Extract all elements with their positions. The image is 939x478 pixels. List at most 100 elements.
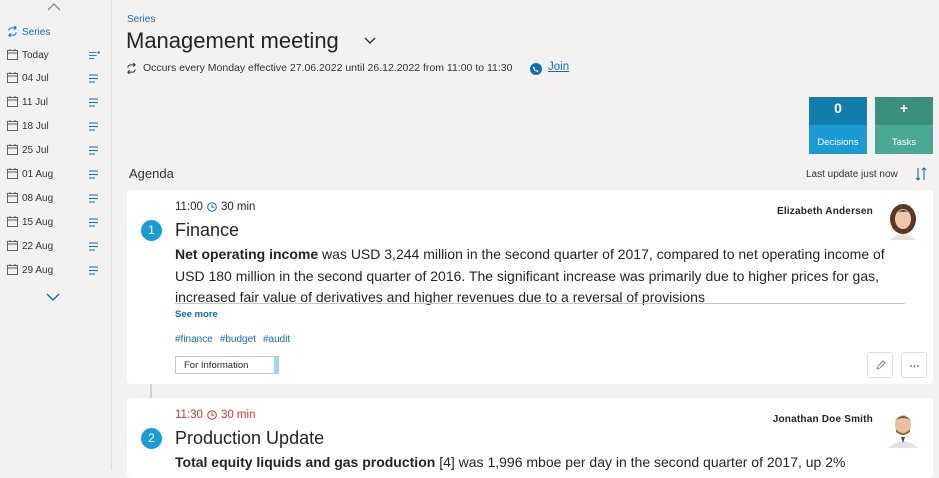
calendar-icon [7,264,18,275]
tag[interactable]: #finance [175,334,213,345]
sidebar-item-label: Today [22,50,49,61]
calendar-icon [7,216,18,227]
tasks-tile[interactable]: + Tasks [875,97,933,154]
clock-icon [207,410,217,420]
sidebar: Series Today 04 Jul 11 Jul 18 Jul 25 Jul… [0,0,112,470]
decisions-tile[interactable]: 0 Decisions [809,97,867,154]
recurrence-text: Occurs every Monday effective 27.06.2022… [143,62,513,74]
main-panel: Series Management meeting Occurs every M… [112,0,939,478]
pencil-icon [876,360,886,370]
sidebar-item-label: 29 Aug [22,265,54,276]
agenda-lines-icon [89,242,98,251]
recurrence-info: Occurs every Monday effective 27.06.2022… [126,62,512,74]
description-text: [4] was 1,996 mboe per day in the second… [435,454,846,470]
page-title: Management meeting [126,28,339,53]
decisions-count: 0 [834,100,842,116]
duration: 30 min [220,409,256,421]
description-bold: Net operating income [175,246,319,262]
agenda-lines-icon [89,74,98,83]
repeat-icon [127,62,136,74]
agenda-lines-icon [89,266,98,275]
agenda-item-card[interactable]: 1 11:00 30 min Elizabeth Andersen Financ… [127,190,933,384]
sidebar-item-label: 15 Aug [22,217,54,228]
agenda-item-time: 11:30 30 min [175,409,255,421]
join-link[interactable]: Join [548,61,569,73]
calendar-icon [7,168,18,179]
agenda-lines-icon [89,51,100,59]
agenda-lines-icon [89,170,98,179]
agenda-item-number: 2 [141,428,162,449]
sidebar-item-today[interactable]: Today [0,46,112,66]
phone-icon [530,63,542,75]
start-time: 11:00 [175,201,203,213]
sidebar-item-22-aug[interactable]: 22 Aug [0,237,112,257]
sidebar-item-label: 25 Jul [22,145,49,156]
agenda-item-title: Finance [175,220,240,240]
sidebar-item-01-aug[interactable]: 01 Aug [0,165,112,185]
category-label: For Information [184,360,249,371]
sidebar-item-label: Series [22,27,51,38]
chevron-up-icon[interactable] [47,2,61,12]
agenda-lines-icon [89,146,98,155]
tag-list: #finance #budget #audit [175,334,290,345]
start-time: 11:30 [175,409,203,421]
tag[interactable]: #budget [220,334,256,345]
chevron-down-icon[interactable] [46,292,60,302]
agenda-lines-icon [89,218,98,227]
duration: 30 min [220,201,256,213]
agenda-item-number: 1 [141,220,162,241]
edit-button[interactable] [867,352,893,378]
item-owner: Jonathan Doe Smith [772,414,873,425]
calendar-icon [7,144,18,155]
agenda-item-description: Net operating income was USD 3,244 milli… [175,244,905,309]
calendar-icon [7,120,18,131]
sidebar-item-29-aug[interactable]: 29 Aug [0,261,112,281]
sidebar-item-label: 22 Aug [22,241,54,252]
calendar-icon [7,240,18,251]
clock-icon [207,202,217,212]
agenda-lines-icon [89,98,98,107]
see-more-link[interactable]: See more [175,309,218,320]
sort-icon[interactable] [915,167,927,181]
sidebar-item-label: 11 Jul [22,97,48,108]
agenda-item-time: 11:00 30 min [175,201,255,213]
ellipsis-icon [910,365,919,367]
decisions-label: Decisions [817,137,859,148]
sidebar-item-label: 01 Aug [22,169,54,180]
sidebar-item-label: 04 Jul [22,73,49,84]
tag[interactable]: #audit [263,334,290,345]
agenda-lines-icon [89,194,98,203]
divider [175,303,905,304]
more-options-button[interactable] [901,352,927,378]
agenda-item-description: Total equity liquids and gas production … [175,452,905,474]
sidebar-item-label: 08 Aug [22,193,54,204]
repeat-icon [8,26,17,37]
sidebar-item-15-aug[interactable]: 15 Aug [0,213,112,233]
sidebar-item-series[interactable]: Series [0,23,112,43]
sidebar-item-04-jul[interactable]: 04 Jul [0,69,112,89]
avatar[interactable] [887,410,919,448]
breadcrumb[interactable]: Series [127,14,155,25]
avatar[interactable] [887,202,919,240]
chevron-down-icon[interactable] [364,37,376,45]
agenda-item-card[interactable]: 2 11:30 30 min Jonathan Doe Smith Produc… [127,398,933,478]
calendar-icon [7,96,18,107]
calendar-icon [7,72,18,83]
sidebar-item-08-aug[interactable]: 08 Aug [0,189,112,209]
agenda-item-title: Production Update [175,428,325,448]
sidebar-item-25-jul[interactable]: 25 Jul [0,141,112,161]
agenda-lines-icon [89,122,98,131]
add-task-plus: + [899,100,909,116]
calendar-icon [7,49,18,60]
category-chip[interactable]: For Information [175,356,279,374]
sidebar-item-label: 18 Jul [22,121,49,132]
tasks-label: Tasks [891,137,917,148]
sidebar-item-11-jul[interactable]: 11 Jul [0,93,112,113]
last-update-text: Last update just now [806,169,898,180]
agenda-heading: Agenda [129,166,174,181]
item-owner: Elizabeth Andersen [776,206,873,217]
category-color-bar [274,356,279,374]
sidebar-item-18-jul[interactable]: 18 Jul [0,117,112,137]
calendar-icon [7,192,18,203]
description-bold: Total equity liquids and gas production [175,454,436,470]
